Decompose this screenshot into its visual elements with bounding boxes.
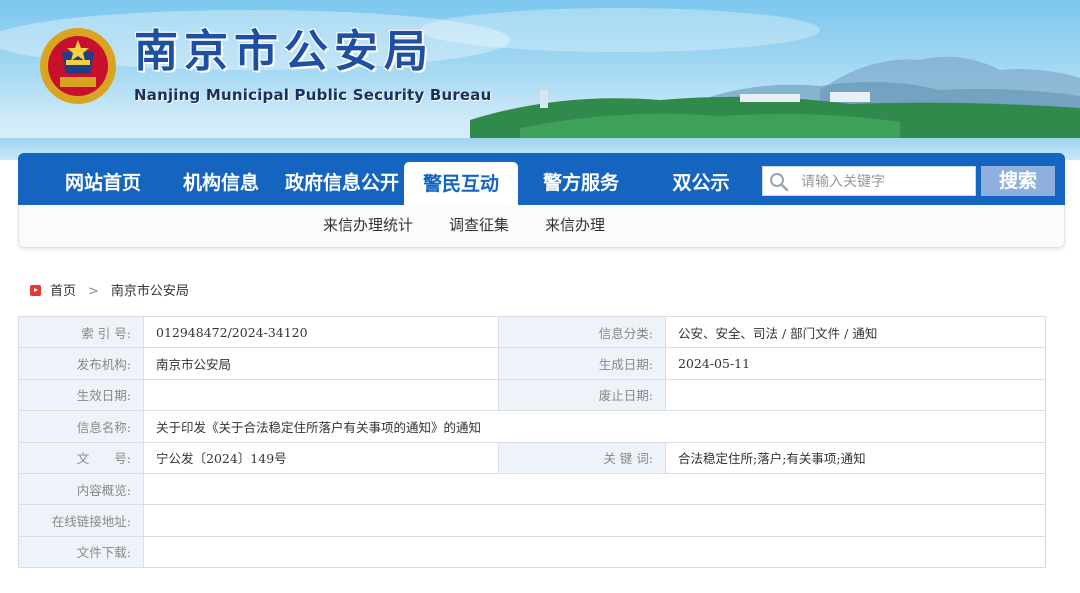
expire-date-value [665, 378, 1046, 412]
nav-item-double-publicity[interactable]: 双公示 [646, 153, 756, 205]
nav-item-police-interaction[interactable]: 警民互动 [404, 162, 518, 205]
table-row: 索 引 号: 012948472/2024-34120 信息分类: 公安、安全、… [18, 315, 1046, 349]
main-nav: 网站首页 机构信息 政府信息公开 警民互动 警方服务 双公示 搜索 [18, 153, 1065, 205]
doc-number-value: 宁公发〔2024〕149号 [143, 441, 499, 474]
breadcrumb-home-link[interactable]: 首页 [50, 284, 76, 299]
info-name-label: 信息名称: [18, 410, 144, 443]
file-download-value[interactable] [143, 535, 1046, 569]
effective-date-label: 生效日期: [18, 378, 144, 412]
document-info-table: 索 引 号: 012948472/2024-34120 信息分类: 公安、安全、… [18, 315, 1046, 569]
subnav-item-survey[interactable]: 调查征集 [449, 205, 509, 245]
subnav-item-letter-stats[interactable]: 来信办理统计 [323, 205, 413, 245]
keywords-value: 合法稳定住所;落户;有关事项;通知 [665, 441, 1046, 474]
table-row: 在线链接地址: [18, 504, 1046, 537]
breadcrumb-separator: > [88, 284, 99, 299]
search-button[interactable]: 搜索 [981, 166, 1055, 196]
effective-date-value [143, 378, 499, 412]
breadcrumb-current[interactable]: 南京市公安局 [111, 284, 189, 299]
site-title: 南京市公安局 [134, 26, 434, 77]
search-input[interactable] [799, 167, 973, 197]
table-row: 文件下载: [18, 535, 1046, 569]
sub-nav: 来信办理统计 调查征集 来信办理 [18, 205, 1065, 248]
nav-item-police-services[interactable]: 警方服务 [526, 153, 636, 205]
online-link-value[interactable] [143, 504, 1046, 537]
table-row: 发布机构: 南京市公安局 生成日期: 2024-05-11 [18, 347, 1046, 380]
lake-scenery-image [0, 8, 1080, 160]
location-icon [30, 285, 41, 296]
doc-number-label: 文 号: [18, 441, 144, 474]
breadcrumb: 首页 > 南京市公安局 [30, 282, 189, 302]
keywords-label: 关 键 词: [498, 441, 666, 474]
created-date-value: 2024-05-11 [665, 347, 1046, 380]
site-subtitle: Nanjing Municipal Public Security Bureau [134, 86, 492, 104]
online-link-label: 在线链接地址: [18, 504, 144, 537]
table-row: 信息名称: 关于印发《关于合法稳定住所落户有关事项的通知》的通知 [18, 410, 1046, 443]
nav-item-gov-info[interactable]: 政府信息公开 [282, 153, 402, 205]
nav-item-organization[interactable]: 机构信息 [166, 153, 276, 205]
summary-value [143, 472, 1046, 506]
search-box [762, 166, 976, 197]
header-banner: 南京市公安局 Nanjing Municipal Public Security… [0, 0, 1080, 160]
index-label: 索 引 号: [18, 315, 144, 349]
expire-date-label: 废止日期: [498, 378, 666, 412]
subnav-item-letter-handling[interactable]: 来信办理 [545, 205, 605, 245]
table-row: 生效日期: 废止日期: [18, 378, 1046, 412]
nav-item-home[interactable]: 网站首页 [48, 153, 158, 205]
info-name-value: 关于印发《关于合法稳定住所落户有关事项的通知》的通知 [143, 410, 1046, 443]
publisher-value: 南京市公安局 [143, 347, 499, 380]
table-row: 文 号: 宁公发〔2024〕149号 关 键 词: 合法稳定住所;落户;有关事项… [18, 441, 1046, 474]
created-date-label: 生成日期: [498, 347, 666, 380]
summary-label: 内容概览: [18, 472, 144, 506]
police-emblem-icon [40, 28, 116, 104]
category-value: 公安、安全、司法 / 部门文件 / 通知 [665, 315, 1046, 349]
file-download-label: 文件下载: [18, 535, 144, 569]
category-label: 信息分类: [498, 315, 666, 349]
table-row: 内容概览: [18, 472, 1046, 506]
publisher-label: 发布机构: [18, 347, 144, 380]
search-icon [770, 173, 789, 192]
index-value: 012948472/2024-34120 [143, 315, 499, 349]
